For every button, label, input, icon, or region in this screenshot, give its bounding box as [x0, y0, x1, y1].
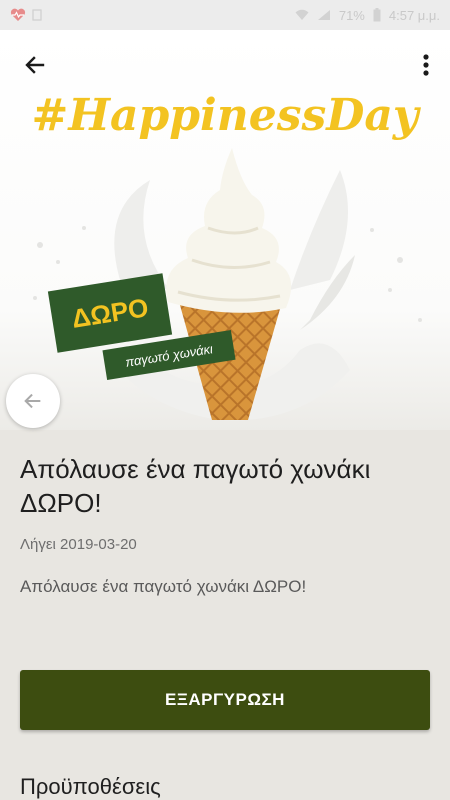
offer-details: Απόλαυσε ένα παγωτό χωνάκι ΔΩΡΟ! Λήγει 2… — [20, 430, 430, 597]
heart-rate-icon — [10, 8, 26, 21]
more-options-button[interactable] — [416, 50, 436, 80]
terms-heading: Προϋποθέσεις — [20, 774, 161, 799]
arrow-left-icon — [25, 56, 45, 74]
expiry-date: Λήγει 2019-03-20 — [20, 536, 137, 553]
sim-icon — [32, 9, 42, 21]
offer-description: Απόλαυσε ένα παγωτό χωνάκι ΔΩΡΟ! — [20, 577, 307, 596]
more-vert-icon — [423, 54, 429, 76]
previous-offer-button[interactable] — [6, 374, 60, 428]
arrow-left-icon — [24, 393, 41, 409]
redeem-button[interactable]: ΕΞΑΡΓΥΡΩΣΗ — [20, 670, 430, 730]
signal-icon — [317, 10, 330, 20]
battery-percent: 71% — [338, 7, 365, 23]
gift-badge-subtitle-text: παγωτό χωνάκι — [124, 340, 214, 370]
battery-icon — [373, 8, 381, 22]
app-bar — [0, 30, 450, 100]
back-button[interactable] — [18, 48, 52, 82]
offer-title: Απόλαυσε ένα παγωτό χωνάκι ΔΩΡΟ! — [20, 454, 371, 518]
status-bar: 71% 4:57 μ.μ. — [0, 0, 450, 30]
clock: 4:57 μ.μ. — [388, 7, 440, 23]
gift-badge-text: ΔΩΡΟ — [69, 291, 151, 334]
wifi-icon — [295, 9, 309, 20]
